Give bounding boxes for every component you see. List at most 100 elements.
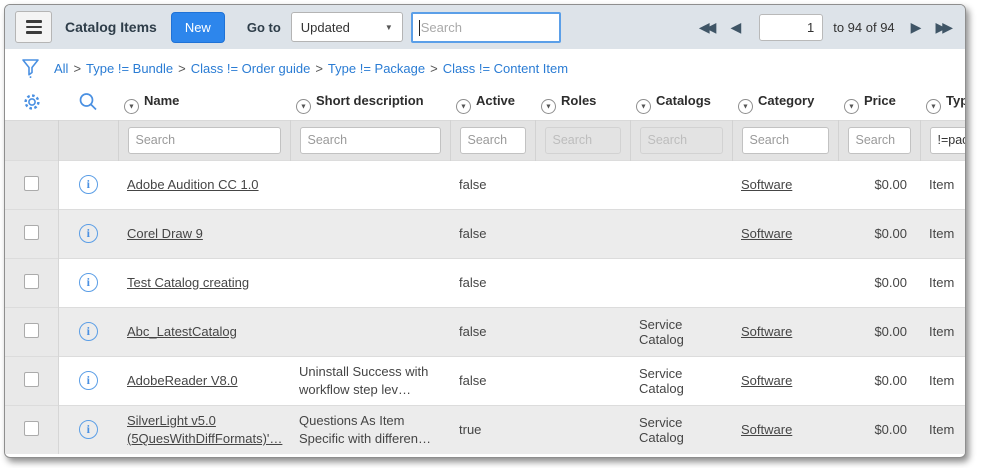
cell-short-description	[290, 307, 450, 356]
cell-category	[732, 258, 838, 307]
filter-input-category[interactable]	[742, 127, 829, 154]
row-checkbox[interactable]	[24, 421, 39, 436]
column-header-price[interactable]: ▼ Price	[838, 87, 920, 120]
cell-short-description	[290, 209, 450, 258]
breadcrumb-separator: >	[73, 61, 81, 76]
breadcrumb-link[interactable]: Type != Bundle	[86, 61, 173, 76]
column-header-label: Name	[144, 93, 179, 108]
column-sort-menu-icon[interactable]: ▼	[844, 99, 859, 114]
column-header-active[interactable]: ▼Active	[450, 87, 535, 120]
table-row: i Abc_LatestCatalog false Service Catalo…	[5, 307, 966, 356]
column-sort-menu-icon[interactable]: ▼	[124, 99, 139, 114]
goto-search-input[interactable]	[411, 12, 561, 43]
item-name-link[interactable]: SilverLight v5.0 (5QuesWithDiffFormats)'…	[127, 413, 282, 446]
list-settings-gear-icon[interactable]	[22, 92, 42, 112]
filter-input-type[interactable]	[930, 127, 967, 154]
category-link[interactable]: Software	[741, 324, 792, 339]
row-info-cell: i	[58, 356, 118, 405]
column-sort-menu-icon[interactable]: ▼	[296, 99, 311, 114]
row-select-cell	[5, 160, 58, 209]
last-page-button[interactable]: ▶▶	[935, 20, 953, 34]
cell-type: Item	[920, 405, 966, 454]
cell-category: Software	[732, 160, 838, 209]
info-icon[interactable]: i	[79, 224, 98, 243]
item-name-link[interactable]: Abc_LatestCatalog	[127, 324, 237, 339]
column-header-category[interactable]: ▼Category	[732, 87, 838, 120]
cell-active: false	[450, 209, 535, 258]
column-header-short-description[interactable]: ▼Short description	[290, 87, 450, 120]
breadcrumb-link[interactable]: Class != Content Item	[443, 61, 568, 76]
item-name-link[interactable]: Test Catalog creating	[127, 275, 249, 290]
goto-label: Go to	[247, 20, 281, 35]
column-header-type[interactable]: ▼Type	[920, 87, 966, 120]
category-link[interactable]: Software	[741, 373, 792, 388]
cell-category: Software	[732, 307, 838, 356]
category-link[interactable]: Software	[741, 226, 792, 241]
table-row: i SilverLight v5.0 (5QuesWithDiffFormats…	[5, 405, 966, 454]
category-link[interactable]: Software	[741, 177, 792, 192]
first-page-button[interactable]: ◀◀	[699, 20, 717, 34]
column-header-label: Price	[864, 93, 896, 108]
column-sort-menu-icon[interactable]: ▼	[738, 99, 753, 114]
filter-cell	[630, 120, 732, 160]
breadcrumb-separator: >	[315, 61, 323, 76]
goto-selected-value: Updated	[301, 20, 350, 35]
filter-input-catalogs[interactable]	[640, 127, 723, 154]
cell-price: $0.00	[838, 160, 920, 209]
row-checkbox[interactable]	[24, 176, 39, 191]
pagination: ◀◀ ◀ to 94 of 94 ▶ ▶▶	[699, 14, 953, 41]
breadcrumb-link[interactable]: All	[54, 61, 68, 76]
cell-short-description	[290, 160, 450, 209]
filter-input-active[interactable]	[460, 127, 526, 154]
item-name-link[interactable]: Corel Draw 9	[127, 226, 203, 241]
row-checkbox[interactable]	[24, 372, 39, 387]
filter-input-name[interactable]	[128, 127, 281, 154]
category-link[interactable]: Software	[741, 422, 792, 437]
breadcrumb: All>Type != Bundle>Class != Order guide>…	[54, 61, 568, 76]
previous-page-button[interactable]: ◀	[730, 20, 741, 34]
column-header-roles[interactable]: ▼Roles	[535, 87, 630, 120]
column-header-name[interactable]: ▼ Name	[118, 87, 290, 120]
column-sort-menu-icon[interactable]: ▼	[456, 99, 471, 114]
filter-cell-info-column	[58, 120, 118, 160]
column-sort-menu-icon[interactable]: ▼	[541, 99, 556, 114]
filter-input-price[interactable]	[848, 127, 911, 154]
goto-field-select[interactable]: Updated ▼	[291, 12, 403, 42]
new-button[interactable]: New	[171, 12, 225, 43]
filter-cell-checkbox-column	[5, 120, 58, 160]
filter-funnel-icon[interactable]	[21, 58, 40, 79]
goto-search-wrap	[411, 12, 561, 43]
item-name-link[interactable]: Adobe Audition CC 1.0	[127, 177, 259, 192]
cell-type: Item	[920, 356, 966, 405]
info-icon[interactable]: i	[79, 273, 98, 292]
next-page-button[interactable]: ▶	[911, 20, 922, 34]
breadcrumb-link[interactable]: Type != Package	[328, 61, 425, 76]
row-select-cell	[5, 405, 58, 454]
cell-price: $0.00	[838, 307, 920, 356]
cell-type: Item	[920, 307, 966, 356]
list-menu-button[interactable]	[15, 11, 52, 43]
cell-roles	[535, 258, 630, 307]
info-icon[interactable]: i	[79, 371, 98, 390]
row-checkbox[interactable]	[24, 274, 39, 289]
column-sort-menu-icon[interactable]: ▼	[636, 99, 651, 114]
filter-input-roles[interactable]	[545, 127, 621, 154]
column-header-catalogs[interactable]: ▼Catalogs	[630, 87, 732, 120]
breadcrumb-link[interactable]: Class != Order guide	[191, 61, 311, 76]
info-icon[interactable]: i	[79, 420, 98, 439]
table-row: i AdobeReader V8.0 Uninstall Success wit…	[5, 356, 966, 405]
filter-cell	[535, 120, 630, 160]
column-sort-menu-icon[interactable]: ▼	[926, 99, 941, 114]
info-icon[interactable]: i	[79, 322, 98, 341]
info-icon[interactable]: i	[79, 175, 98, 194]
row-checkbox[interactable]	[24, 225, 39, 240]
row-checkbox[interactable]	[24, 323, 39, 338]
cell-name: Abc_LatestCatalog	[118, 307, 290, 356]
page-number-input[interactable]	[759, 14, 823, 41]
item-name-link[interactable]: AdobeReader V8.0	[127, 373, 238, 388]
cell-catalogs: Service Catalog	[630, 307, 732, 356]
filter-input-short-description[interactable]	[300, 127, 441, 154]
row-select-cell	[5, 307, 58, 356]
list-search-icon[interactable]	[78, 92, 98, 112]
catalog-items-list-panel: Catalog Items New Go to Updated ▼ ◀◀ ◀ t…	[4, 4, 966, 458]
